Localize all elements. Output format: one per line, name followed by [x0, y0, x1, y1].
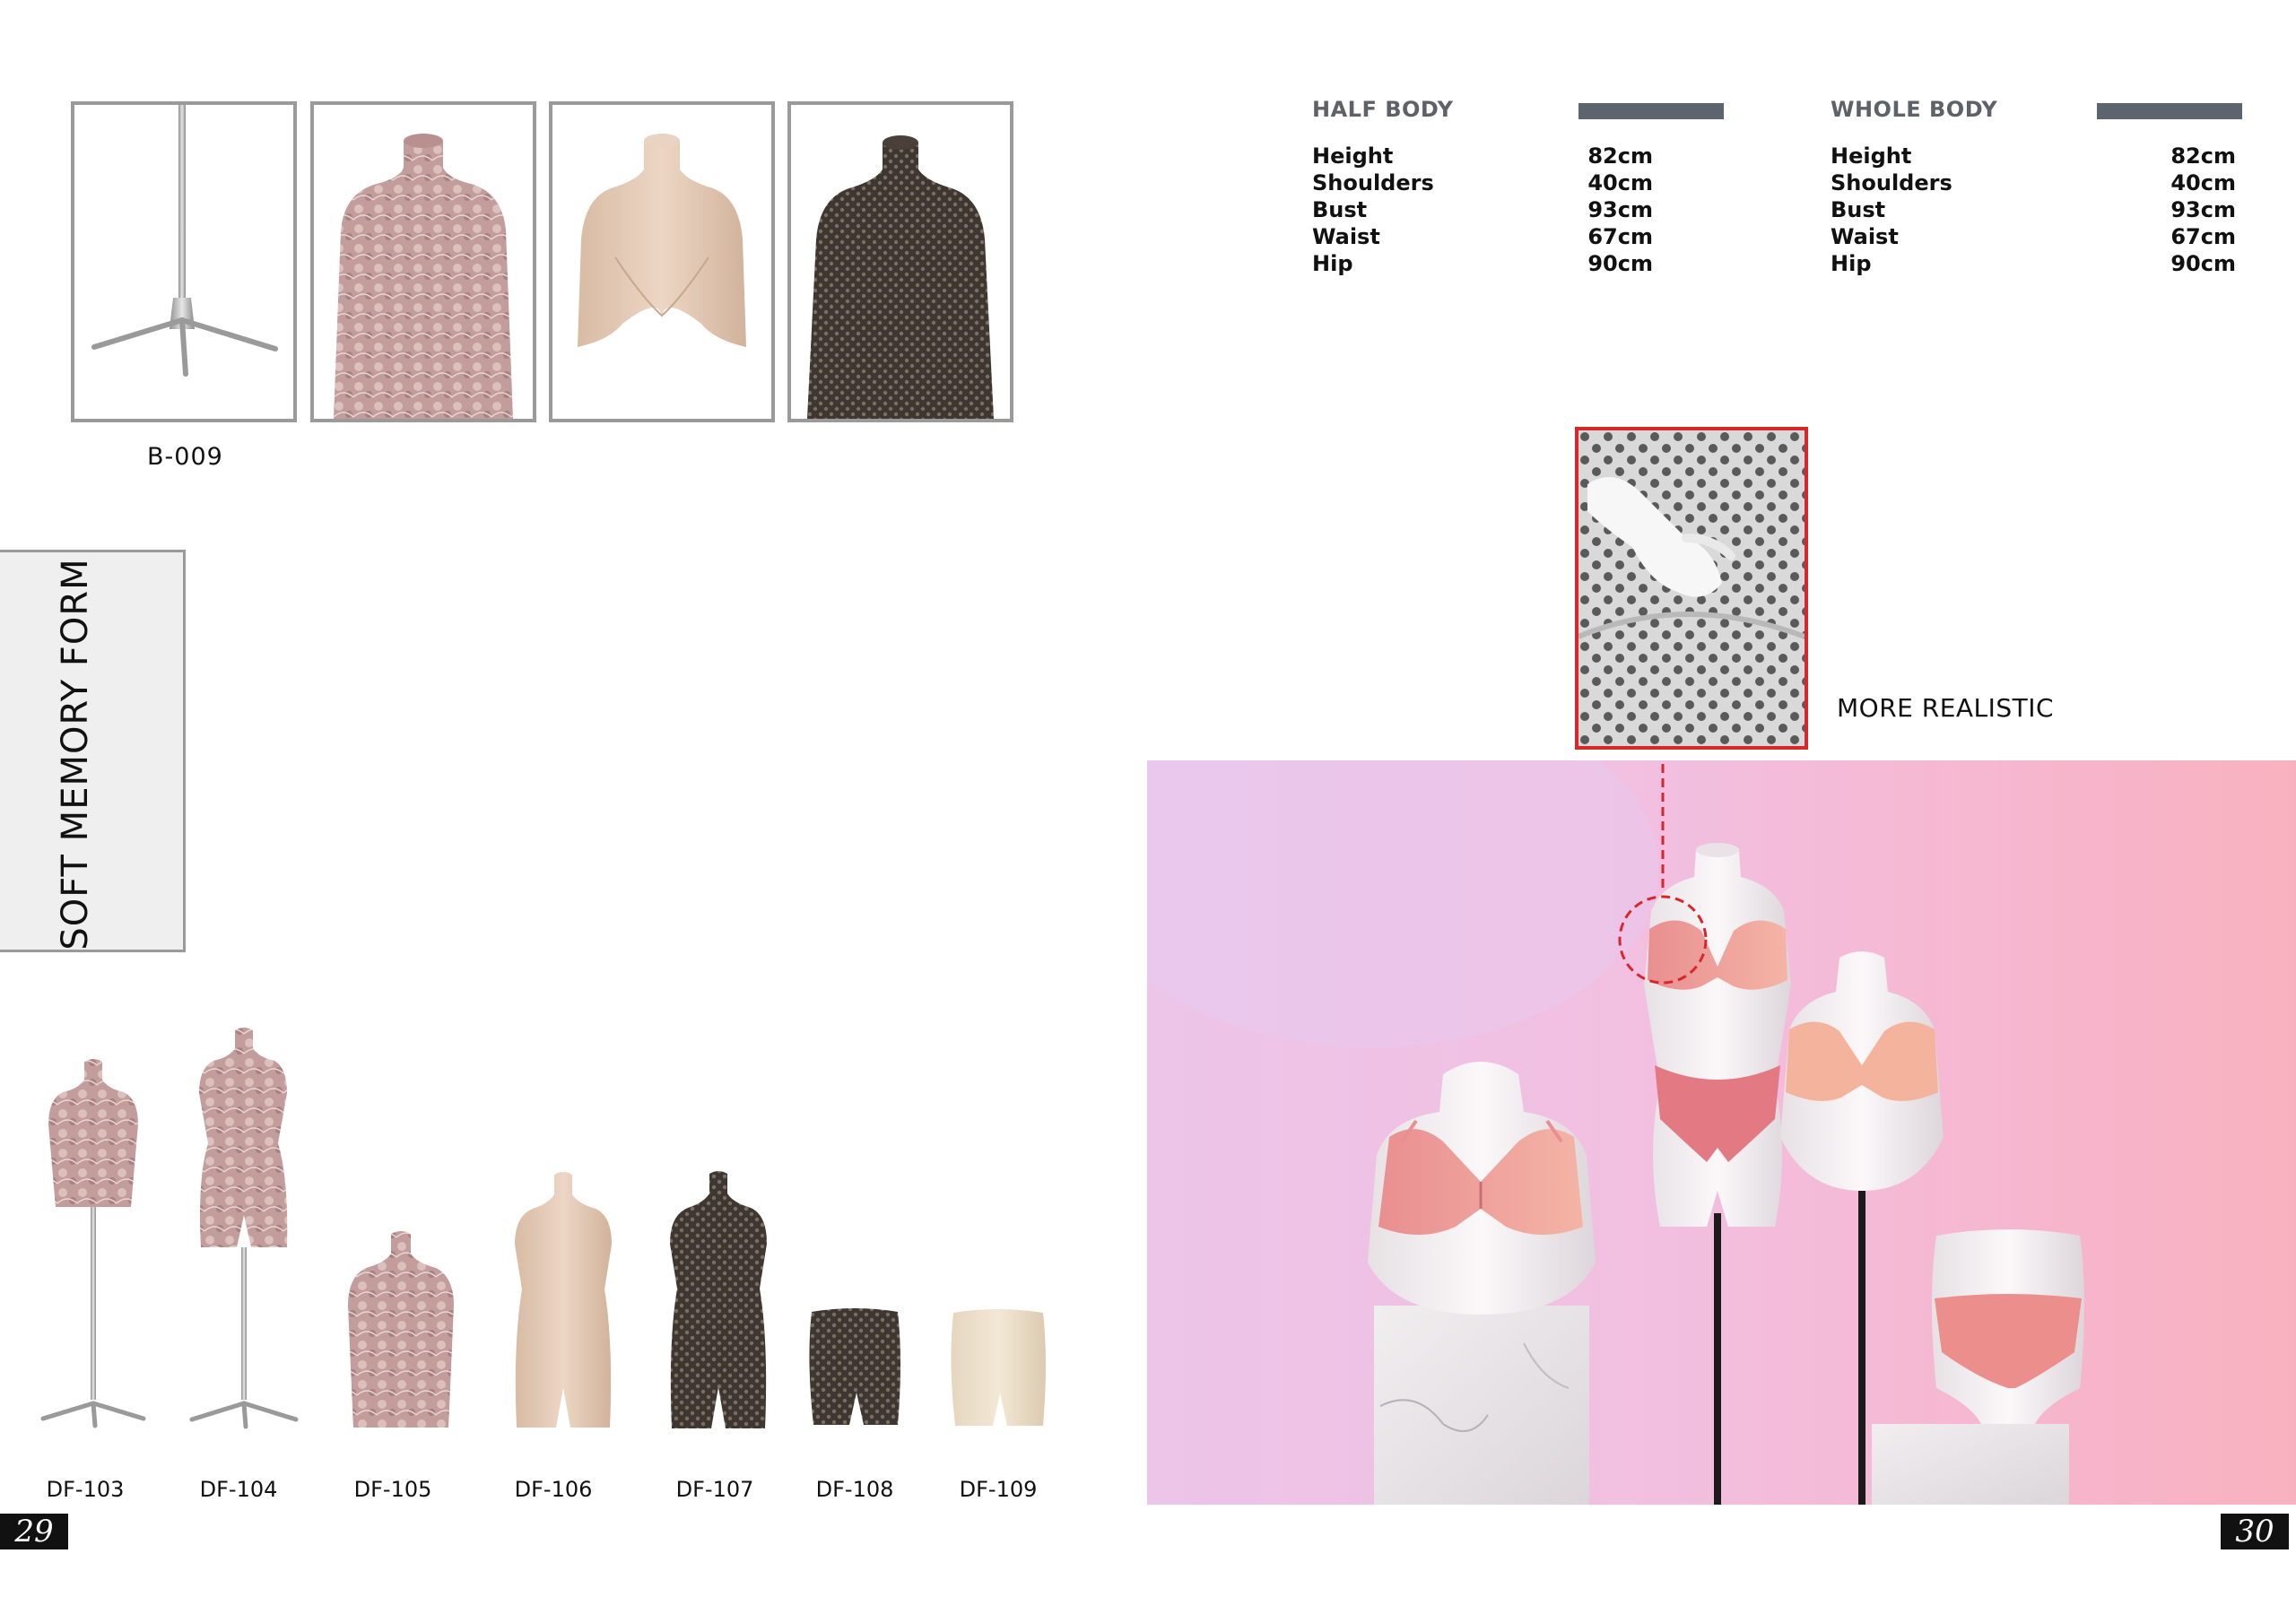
df-107-image — [670, 1171, 767, 1428]
spec-label: Waist — [1312, 224, 1380, 249]
spec-label: Shoulders — [1312, 170, 1434, 195]
half-body-title: HALF BODY — [1312, 97, 1454, 122]
df-108-image — [809, 1308, 900, 1425]
figure-df-103 — [38, 1049, 150, 1438]
swatch-lace — [310, 101, 536, 422]
figure-label: DF-107 — [675, 1477, 754, 1502]
title-bar — [1578, 103, 1724, 119]
title-bar — [2097, 103, 2242, 119]
page-number-left: 29 — [0, 1514, 68, 1549]
callout-more-realistic: MORE REALISTIC — [1837, 693, 2055, 723]
spec-label: Bust — [1831, 197, 1886, 222]
figure-df-105 — [337, 1221, 465, 1435]
skin-torso-image — [578, 134, 746, 347]
figure-label: DF-105 — [353, 1477, 432, 1502]
spec-label: Height — [1312, 143, 1394, 169]
spec-value: 67cm — [1587, 224, 1653, 249]
stand-model-code: B-009 — [147, 443, 223, 471]
spec-label: Hip — [1312, 251, 1353, 276]
df-106-image — [515, 1172, 612, 1428]
swatch-skin — [549, 101, 775, 422]
spec-label: Height — [1831, 143, 1912, 169]
spec-row: Bust 93cm — [1312, 197, 1725, 224]
spec-value: 82cm — [1587, 143, 1653, 169]
page-number-right: 30 — [2221, 1514, 2289, 1549]
figure-df-108 — [804, 1306, 905, 1436]
figure-df-109 — [946, 1307, 1050, 1435]
spec-row: Height 82cm — [1312, 143, 1725, 170]
swatch-stand — [71, 101, 297, 422]
mannequin-scene-image — [1147, 760, 2084, 1505]
mesh-torso-image — [807, 135, 994, 419]
swatch-mesh — [787, 101, 1013, 422]
spec-row: Shoulders 40cm — [1312, 170, 1725, 197]
stand-image — [91, 105, 278, 377]
spec-row: Waist 67cm — [1831, 224, 2243, 251]
spec-row: Hip 90cm — [1831, 251, 2243, 278]
section-title: SOFT MEMORY FORM — [55, 558, 96, 950]
spec-value: 93cm — [2170, 197, 2236, 222]
df-104-image — [189, 1028, 299, 1429]
spec-label: Hip — [1831, 251, 1872, 276]
figure-df-104 — [185, 1018, 301, 1438]
spec-value: 40cm — [2170, 170, 2236, 195]
figure-df-106 — [502, 1164, 621, 1435]
df-105-image — [348, 1231, 454, 1428]
section-tab: SOFT MEMORY FORM — [0, 550, 186, 952]
spec-value: 90cm — [1587, 251, 1653, 276]
df-103-image — [40, 1059, 146, 1428]
figure-label: DF-108 — [815, 1477, 894, 1502]
fabric-closeup — [1575, 427, 1808, 750]
spec-value: 90cm — [2170, 251, 2236, 276]
whole-body-title: WHOLE BODY — [1831, 97, 1998, 122]
figure-label: DF-104 — [199, 1477, 278, 1502]
lace-torso-image — [334, 134, 513, 419]
figure-df-107 — [657, 1163, 776, 1436]
spec-row: Shoulders 40cm — [1831, 170, 2243, 197]
spec-label: Shoulders — [1831, 170, 1952, 195]
spec-row: Bust 93cm — [1831, 197, 2243, 224]
spec-label: Bust — [1312, 197, 1368, 222]
spec-row: Hip 90cm — [1312, 251, 1725, 278]
spec-row: Height 82cm — [1831, 143, 2243, 170]
spec-value: 82cm — [2170, 143, 2236, 169]
figure-label: DF-103 — [46, 1477, 125, 1502]
lingerie-display-photo — [1147, 760, 2296, 1505]
spec-value: 67cm — [2170, 224, 2236, 249]
spec-value: 40cm — [1587, 170, 1653, 195]
fabric-closeup-image — [1578, 430, 1805, 746]
spec-label: Waist — [1831, 224, 1899, 249]
spec-value: 93cm — [1587, 197, 1653, 222]
df-109-image — [951, 1309, 1046, 1426]
figure-label: DF-109 — [959, 1477, 1038, 1502]
spec-row: Waist 67cm — [1312, 224, 1725, 251]
figure-label: DF-106 — [514, 1477, 593, 1502]
